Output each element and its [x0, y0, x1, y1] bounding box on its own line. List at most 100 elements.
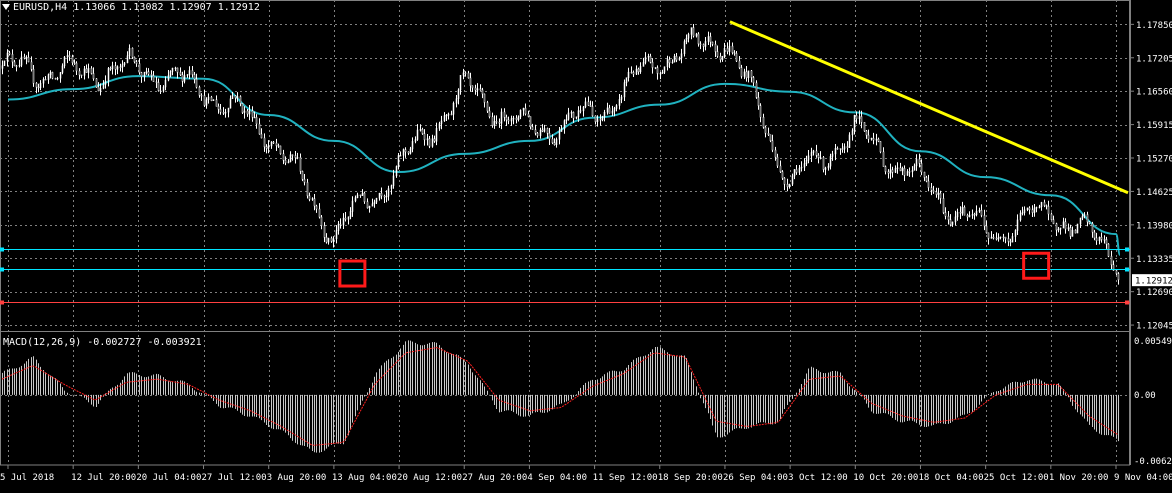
candle-body: [839, 148, 842, 150]
candle-body: [913, 165, 916, 171]
candle-body: [61, 65, 64, 73]
candle-body: [762, 116, 765, 128]
candle-body: [827, 165, 830, 169]
candle-body: [308, 195, 311, 200]
candle-body: [776, 156, 779, 167]
candle-body: [85, 68, 88, 73]
candle-body: [440, 120, 443, 124]
candle-body: [433, 138, 436, 142]
candle-body: [613, 108, 616, 112]
candle-body: [841, 148, 844, 150]
candle-body: [23, 56, 26, 59]
horizontal-lines[interactable]: [0, 247, 1130, 305]
candle-body: [279, 145, 282, 155]
candle-body: [594, 115, 597, 122]
candle-body: [335, 230, 338, 240]
candle-body: [654, 67, 657, 69]
candle-body: [457, 89, 460, 99]
candle-body: [104, 80, 107, 85]
candle-body: [930, 187, 933, 191]
candle-body: [467, 72, 470, 79]
candle-body: [1057, 228, 1060, 231]
candle-body: [865, 130, 868, 136]
candle-body: [366, 201, 369, 209]
candle-body: [515, 117, 518, 120]
candle-body: [582, 106, 585, 112]
candle-body: [711, 41, 714, 45]
candle-body: [414, 139, 417, 142]
candle-body: [906, 171, 909, 176]
candle-body: [11, 54, 14, 63]
candle-body: [236, 96, 239, 99]
candle-body: [663, 66, 666, 73]
candle-body: [822, 157, 825, 170]
candle-body: [810, 152, 813, 157]
candle-body: [35, 83, 38, 88]
candle-body: [1045, 205, 1048, 207]
candle-body: [212, 99, 215, 102]
candle-body: [961, 207, 964, 214]
candle-body: [483, 93, 486, 103]
candle-body: [911, 170, 914, 173]
candle-body: [349, 211, 352, 218]
candle-body: [13, 61, 16, 67]
candle-body: [342, 217, 345, 226]
candle-body: [627, 71, 630, 78]
candle-body: [560, 128, 563, 132]
candle-body: [728, 45, 731, 52]
candle-body: [618, 99, 621, 106]
hline-handle-right: [1125, 300, 1129, 305]
candle-body: [395, 166, 398, 177]
candle-body: [541, 129, 544, 132]
candle-body: [397, 155, 400, 167]
candle-body: [186, 74, 189, 76]
candle-body: [829, 156, 832, 167]
candle-body: [255, 116, 258, 125]
candle-body: [323, 225, 326, 238]
candle-body: [714, 44, 717, 52]
candle-body: [248, 110, 251, 115]
candle-body: [222, 111, 225, 114]
candle-body: [1071, 229, 1074, 237]
candle-body: [603, 112, 606, 117]
candle-body: [853, 115, 856, 131]
candle-body: [591, 106, 594, 117]
candle-body: [572, 112, 575, 119]
price-chart-canvas[interactable]: 1.17850 1.17205 1.16560 1.15915 1.15270 1.146…: [0, 0, 1172, 489]
candle-body: [704, 41, 707, 47]
time-axis-label: 13 Aug 04:00: [332, 473, 397, 483]
candle-body: [363, 192, 366, 202]
candle-body: [387, 188, 390, 197]
candle-body: [942, 198, 945, 213]
candle-body: [867, 134, 870, 140]
candle-body: [990, 236, 993, 239]
candle-body: [20, 56, 23, 66]
candle-body: [721, 55, 724, 60]
candle-body: [99, 88, 102, 92]
candle-body: [229, 98, 232, 109]
candle-body: [759, 105, 762, 118]
candle-body: [311, 198, 314, 200]
candle-body: [1098, 236, 1101, 241]
candle-body: [138, 63, 141, 73]
candle-body: [1088, 221, 1091, 224]
candle-body: [791, 175, 794, 185]
candle-body: [1083, 214, 1086, 217]
hline-handle-left: [0, 267, 4, 272]
candle-body: [1016, 219, 1019, 231]
trendline-group[interactable]: [729, 20, 1129, 195]
candle-body: [635, 68, 638, 75]
candle-body: [464, 72, 467, 74]
candle-body: [95, 78, 98, 88]
candle-body: [966, 214, 969, 218]
candle-body: [651, 61, 654, 68]
candle-body: [426, 138, 429, 141]
candle-body: [131, 47, 134, 58]
candle-body: [678, 57, 681, 61]
chart-window[interactable]: 1.17850 1.17205 1.16560 1.15915 1.15270 1.146…: [0, 0, 1172, 489]
candle-body: [992, 236, 995, 239]
candle-body: [774, 149, 777, 158]
candle-body: [630, 71, 633, 74]
candle-body: [361, 192, 364, 196]
candle-body: [195, 78, 198, 88]
